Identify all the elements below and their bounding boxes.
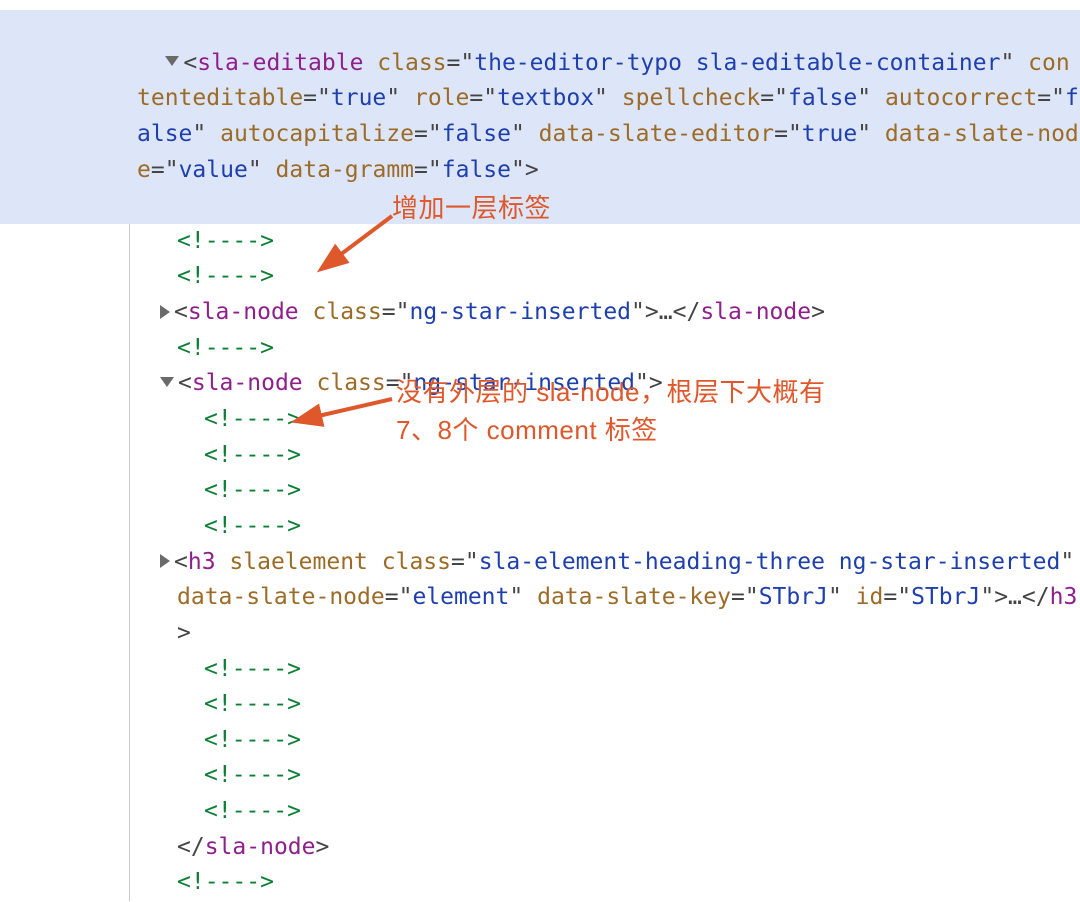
tree-row-comment[interactable]: <!----> bbox=[0, 259, 1080, 295]
tree-row-comment[interactable]: <!----> bbox=[0, 758, 1080, 794]
attr-name: role bbox=[414, 85, 469, 111]
comment-node: <!----> bbox=[204, 691, 301, 717]
tag-name: sla-node bbox=[188, 299, 299, 325]
attr-value: false bbox=[442, 157, 511, 183]
tree-row-comment[interactable]: <!----> bbox=[0, 224, 1080, 260]
attr-name: autocorrect bbox=[885, 85, 1037, 111]
tree-row-sla-node-open[interactable]: <sla-node class="ng-star-inserted"> bbox=[0, 366, 1080, 402]
comment-node: <!----> bbox=[204, 442, 301, 468]
tag-name: h3 bbox=[188, 549, 216, 575]
comment-node: <!----> bbox=[177, 228, 274, 254]
tree-row-comment[interactable]: <!----> bbox=[0, 687, 1080, 723]
attr-value: sla-element-heading-three ng-star-insert… bbox=[479, 549, 1061, 575]
attr-name: slaelement bbox=[229, 549, 367, 575]
tree-row-comment[interactable]: <!----> bbox=[0, 794, 1080, 830]
tag-close: sla-node bbox=[700, 299, 811, 325]
comment-node: <!----> bbox=[204, 406, 301, 432]
attr-value: ng-star-inserted bbox=[413, 370, 635, 396]
attr-value: false bbox=[442, 121, 511, 147]
comment-node: <!----> bbox=[204, 727, 301, 753]
attr-name: autocapitalize bbox=[220, 121, 414, 147]
tree-row-comment[interactable]: <!----> bbox=[0, 509, 1080, 545]
attr-name: spellcheck bbox=[622, 85, 760, 111]
attr-name: class bbox=[317, 370, 386, 396]
attr-name: id bbox=[856, 584, 884, 610]
tree-row-comment[interactable]: <!----> bbox=[0, 438, 1080, 474]
tree-row-comment[interactable]: <!----> bbox=[0, 652, 1080, 688]
comment-node: <!----> bbox=[204, 656, 301, 682]
attr-value: value bbox=[179, 157, 248, 183]
attr-value: element bbox=[412, 584, 509, 610]
attr-value: STbrJ bbox=[911, 584, 980, 610]
disclosure-open-icon[interactable] bbox=[160, 377, 174, 387]
attr-value: STbrJ bbox=[759, 584, 828, 610]
attr-value: the-editor-typo sla-editable-container bbox=[474, 50, 1000, 76]
disclosure-open-icon[interactable] bbox=[165, 56, 179, 66]
disclosure-closed-icon[interactable] bbox=[160, 305, 170, 319]
attr-name: class bbox=[313, 299, 382, 325]
disclosure-closed-icon[interactable] bbox=[160, 554, 170, 568]
attr-name: data-slate-node bbox=[177, 584, 385, 610]
tree-row-comment[interactable]: <!----> bbox=[0, 723, 1080, 759]
tree-row-comment[interactable]: <!----> bbox=[0, 473, 1080, 509]
comment-node: <!----> bbox=[177, 263, 274, 289]
tree-row-comment[interactable]: <!----> bbox=[0, 331, 1080, 367]
ellipsis[interactable]: … bbox=[659, 299, 673, 325]
comment-node: <!----> bbox=[204, 477, 301, 503]
tag-name: sla-node bbox=[192, 370, 303, 396]
comment-node: <!----> bbox=[204, 798, 301, 824]
attr-value: ng-star-inserted bbox=[409, 299, 631, 325]
attr-name: data-slate-editor bbox=[539, 121, 774, 147]
attr-value: true bbox=[802, 121, 857, 147]
tree-row-comment[interactable]: <!----> bbox=[0, 865, 1080, 901]
tag-name: sla-editable bbox=[197, 50, 363, 76]
attr-name: class bbox=[377, 50, 446, 76]
comment-node: <!----> bbox=[204, 513, 301, 539]
tag-close: h3 bbox=[1050, 584, 1078, 610]
comment-node: <!----> bbox=[204, 762, 301, 788]
attr-value: false bbox=[788, 85, 857, 111]
tree-row-root[interactable]: <sla-editable class="the-editor-typo sla… bbox=[0, 10, 1080, 224]
tree-row-h3[interactable]: <h3 slaelement class="sla-element-headin… bbox=[0, 545, 1080, 652]
tag-close: sla-node bbox=[205, 834, 316, 860]
tree-row-sla-node-close[interactable]: </sla-node> bbox=[0, 830, 1080, 866]
attr-name: data-slate-key bbox=[537, 584, 731, 610]
tree-row-comment[interactable]: <!----> bbox=[0, 402, 1080, 438]
attr-name: data-gramm bbox=[276, 157, 414, 183]
ellipsis[interactable]: … bbox=[1008, 584, 1022, 610]
tree-row-sla-node-collapsed[interactable]: <sla-node class="ng-star-inserted">…</sl… bbox=[0, 295, 1080, 331]
dom-tree: <sla-editable class="the-editor-typo sla… bbox=[0, 0, 1080, 901]
attr-name: class bbox=[382, 549, 451, 575]
attr-value: textbox bbox=[497, 85, 594, 111]
comment-node: <!----> bbox=[177, 335, 274, 361]
attr-value: true bbox=[331, 85, 386, 111]
comment-node: <!----> bbox=[177, 869, 274, 895]
